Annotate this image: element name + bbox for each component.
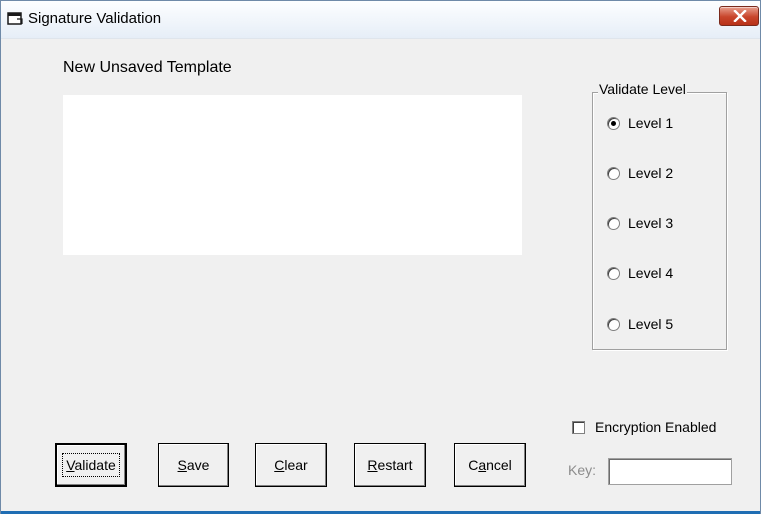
form-window-icon	[7, 11, 23, 25]
encryption-enabled-checkbox[interactable]	[572, 420, 585, 434]
radio-label: Level 5	[628, 316, 674, 332]
signature-validation-window: Signature Validation New Unsaved Templat…	[0, 0, 761, 514]
clear-button-label: Clear	[274, 457, 308, 473]
radio-button[interactable]	[607, 216, 620, 230]
close-button[interactable]	[719, 6, 759, 26]
radio-button[interactable]	[607, 266, 620, 280]
radio-level-2[interactable]: Level 2	[607, 163, 673, 183]
radio-level-5[interactable]: Level 5	[607, 314, 673, 334]
encryption-enabled-checkbox-row[interactable]: Encryption Enabled	[572, 417, 716, 437]
validate-button-label: Validate	[62, 453, 120, 477]
cancel-button-label: Cancel	[468, 457, 512, 473]
restart-button[interactable]: Restart	[354, 443, 426, 487]
radio-level-1[interactable]: Level 1	[607, 113, 673, 133]
template-name-label: New Unsaved Template	[63, 59, 232, 76]
radio-level-4[interactable]: Level 4	[607, 263, 673, 283]
clear-button[interactable]: Clear	[255, 443, 327, 487]
cancel-button[interactable]: Cancel	[454, 443, 526, 487]
radio-button[interactable]	[607, 166, 620, 180]
key-input[interactable]	[608, 458, 732, 485]
validate-level-title: Validate Level	[598, 81, 687, 97]
radio-button-selected[interactable]	[607, 116, 620, 130]
encryption-enabled-label: Encryption Enabled	[595, 419, 717, 435]
radio-button[interactable]	[607, 317, 620, 331]
radio-label: Level 4	[628, 265, 674, 281]
restart-button-label: Restart	[367, 457, 413, 473]
key-label: Key:	[568, 462, 597, 478]
title-bar[interactable]: Signature Validation	[1, 1, 760, 39]
save-button[interactable]: Save	[158, 443, 229, 487]
window-title: Signature Validation	[28, 10, 162, 27]
radio-label: Level 1	[628, 115, 674, 131]
radio-label: Level 2	[628, 165, 674, 181]
radio-level-3[interactable]: Level 3	[607, 213, 673, 233]
validate-button[interactable]: Validate	[55, 443, 127, 487]
radio-label: Level 3	[628, 215, 674, 231]
signature-canvas[interactable]	[63, 95, 522, 255]
save-button-label: Save	[177, 457, 210, 473]
